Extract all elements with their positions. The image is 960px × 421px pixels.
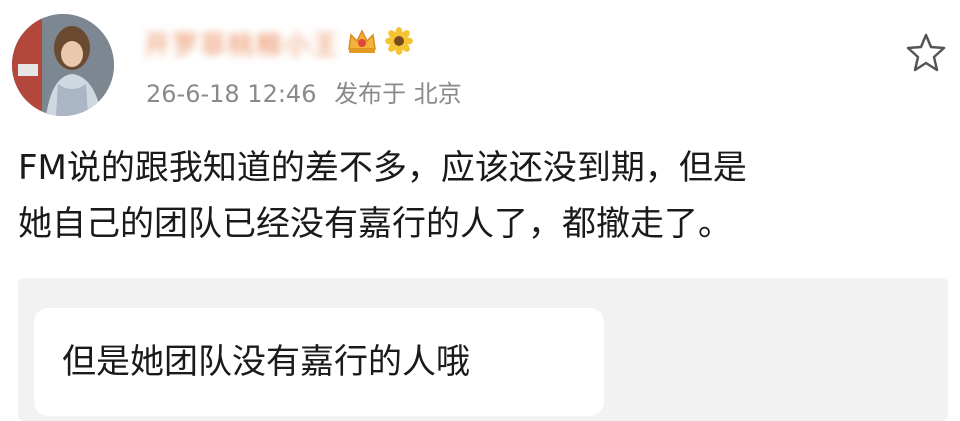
avatar-photo (12, 14, 114, 116)
post-location: 北京 (413, 80, 462, 108)
quoted-reply-card[interactable]: 但是她团队没有嘉行的人哦 (34, 308, 604, 416)
sunflower-badge-icon (384, 26, 414, 60)
username-row[interactable]: 开罗菲桃粮小王 (144, 26, 414, 61)
posted-at-label: 发布于 (334, 80, 407, 108)
avatar[interactable] (12, 14, 114, 116)
quoted-reply-text: 但是她团队没有嘉行的人哦 (62, 342, 470, 382)
star-outline-icon[interactable] (904, 30, 948, 74)
post-text-line: FM说的跟我知道的差不多，应该还没到期，但是 (18, 148, 747, 188)
post-timestamp: 26-6-18 12:46 (146, 80, 317, 108)
crown-badge-icon (346, 27, 378, 59)
post-meta: 26-6-18 12:46 发布于 北京 (146, 74, 462, 109)
post-text-line: 她自己的团队已经没有嘉行的人了，都撤走了。 (18, 204, 732, 244)
weibo-post: 开罗菲桃粮小王 26-6-18 12:46 发布于 北京 FM说的跟我知道的差不… (0, 0, 960, 421)
username[interactable]: 开罗菲桃粮小王 (144, 25, 340, 62)
post-content: FM说的跟我知道的差不多，应该还没到期，但是 她自己的团队已经没有嘉行的人了，都… (18, 140, 948, 252)
